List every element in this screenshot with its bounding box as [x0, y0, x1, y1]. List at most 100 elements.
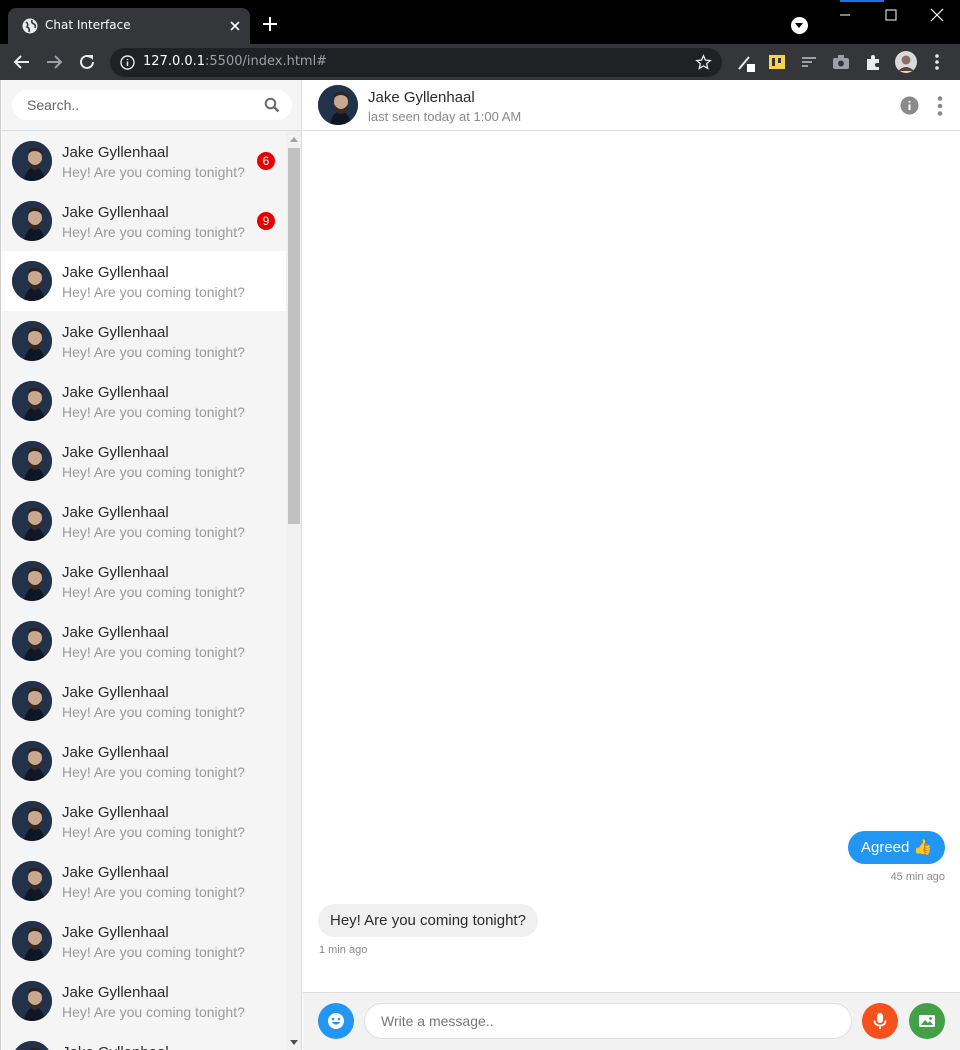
chat-last-message: Hey! Are you coming tonight? [62, 164, 245, 180]
scroll-up-arrow[interactable] [290, 137, 298, 142]
chat-list-item[interactable]: Jake Gyllenhaal Hey! Are you coming tonig… [2, 971, 286, 1031]
chat-contact-name: Jake Gyllenhaal [62, 744, 169, 761]
tab-title: Chat Interface [45, 18, 131, 32]
url-text: 127.0.0.1:5500/index.html# [143, 54, 327, 69]
info-icon[interactable] [120, 55, 135, 70]
chat-last-message: Hey! Are you coming tonight? [62, 884, 245, 900]
emoji-button[interactable] [318, 1003, 354, 1039]
window-close-icon[interactable] [914, 0, 960, 30]
unread-count-badge: 9 [257, 212, 275, 230]
chat-list-item[interactable]: Jake Gyllenhaal Hey! Are you coming tonig… [2, 671, 286, 731]
avatar [12, 741, 52, 781]
search-bar [2, 80, 301, 131]
chat-contact-name: Jake Gyllenhaal [62, 384, 169, 401]
chat-contact-name: Jake Gyllenhaal [62, 564, 169, 581]
search-input[interactable] [12, 90, 262, 120]
chat-contact-name: Jake Gyllenhaal [62, 684, 169, 701]
chat-list-item[interactable]: Jake GyllenhaalHey! Are you coming tonig… [2, 191, 286, 251]
chat-last-message: Hey! Are you coming tonight? [62, 824, 245, 840]
chat-list-item[interactable]: Jake GyllenhaalHey! Are you coming tonig… [2, 1031, 286, 1050]
forward-icon[interactable] [44, 52, 64, 72]
reload-icon[interactable] [77, 52, 97, 72]
avatar [12, 561, 52, 601]
board-extension-icon[interactable] [767, 52, 787, 72]
chat-last-message: Hey! Are you coming tonight? [62, 524, 245, 540]
back-icon[interactable] [12, 52, 32, 72]
chat-list-item[interactable]: Jake GyllenhaalHey! Are you coming tonig… [2, 131, 286, 191]
conversation-panel: Jake Gyllenhaal last seen today at 1:00 … [303, 80, 960, 1050]
avatar[interactable] [318, 85, 358, 125]
message-composer [303, 992, 960, 1050]
minimize-icon[interactable] [822, 0, 868, 30]
chat-list-item[interactable]: Jake Gyllenhaal Hey! Are you coming tonig… [2, 551, 286, 611]
message-input[interactable] [364, 1003, 852, 1039]
chat-list-item[interactable]: Jake Gyllenhaal Hey! Are you coming tonig… [2, 911, 286, 971]
chat-contact-name: Jake Gyllenhaal [62, 504, 169, 521]
chat-last-message: Hey! Are you coming tonight? [62, 644, 245, 660]
chat-list-item[interactable]: Jake GyllenhaalHey! Are you coming tonig… [2, 611, 286, 671]
maximize-icon[interactable] [868, 0, 914, 30]
avatar [12, 921, 52, 961]
close-icon[interactable] [226, 17, 244, 35]
avatar [12, 801, 52, 841]
chat-last-message: Hey! Are you coming tonight? [62, 344, 245, 360]
avatar [12, 1041, 52, 1050]
more-vertical-icon[interactable] [931, 95, 949, 117]
chat-list-item[interactable]: Jake GyllenhaalHey! Are you coming tonig… [2, 311, 286, 371]
chat-contact-name: Jake Gyllenhaal [62, 864, 169, 881]
chat-last-message: Hey! Are you coming tonight? [62, 944, 245, 960]
address-bar[interactable]: 127.0.0.1:5500/index.html# [110, 48, 722, 77]
chat-list-scrollbar[interactable] [286, 131, 301, 1050]
search-icon[interactable] [264, 97, 280, 113]
chat-list-item[interactable]: Jake Gyllenhaal Hey! Are you coming tonig… [2, 851, 286, 911]
avatar [12, 201, 52, 241]
chat-contact-name: Jake Gyllenhaal [62, 924, 169, 941]
pen-extension-icon[interactable] [736, 52, 756, 72]
avatar [12, 321, 52, 361]
unread-count-badge: 6 [257, 152, 275, 170]
info-icon[interactable] [900, 96, 919, 115]
avatar [12, 981, 52, 1021]
send-image-button[interactable] [909, 1003, 945, 1039]
list-extension-icon[interactable] [799, 52, 819, 72]
conversation-header: Jake Gyllenhaal last seen today at 1:00 … [303, 80, 960, 131]
voice-message-button[interactable] [862, 1003, 898, 1039]
chat-list-item[interactable]: Jake Gyllenhaal Hey! Are you coming tonig… [2, 251, 286, 311]
url-host: 127.0.0.1 [143, 54, 206, 69]
chat-list-item[interactable]: Jake GyllenhaalHey! Are you coming tonig… [2, 731, 286, 791]
chat-contact-name: Jake Gyllenhaal [62, 264, 169, 281]
avatar [12, 621, 52, 661]
search-box [12, 90, 292, 120]
mic-icon [873, 1013, 887, 1029]
plus-icon[interactable] [260, 14, 280, 34]
chat-last-message: Hey! Are you coming tonight? [62, 1004, 245, 1020]
more-vertical-icon[interactable] [927, 52, 947, 72]
chat-list-item[interactable]: Jake Gyllenhaal Hey! Are you coming tonig… [2, 491, 286, 551]
chat-list: Jake Gyllenhaal Hey! Are you coming tonig… [2, 131, 286, 1050]
camera-icon[interactable] [831, 52, 851, 72]
scroll-down-arrow[interactable] [290, 1040, 298, 1045]
tab-search-icon[interactable] [791, 17, 808, 34]
chat-last-message: Hey! Are you coming tonight? [62, 584, 245, 600]
chat-contact-name: Jake Gyllenhaal [62, 1044, 169, 1050]
chat-last-message: Hey! Are you coming tonight? [62, 404, 245, 420]
chat-contact-name: Jake Gyllenhaal [62, 984, 169, 1001]
puzzle-icon[interactable] [863, 52, 883, 72]
chat-last-message: Hey! Are you coming tonight? [62, 284, 245, 300]
chat-last-message: Hey! Are you coming tonight? [62, 704, 245, 720]
chat-list-item[interactable]: Jake GyllenhaalHey! Are you coming tonig… [2, 791, 286, 851]
chat-contact-name: Jake Gyllenhaal [62, 444, 169, 461]
contact-name: Jake Gyllenhaal [368, 89, 475, 106]
browser-tab[interactable]: Chat Interface [8, 8, 250, 44]
profile-avatar-icon[interactable] [895, 51, 917, 73]
scroll-thumb[interactable] [288, 148, 300, 524]
image-icon [919, 1015, 935, 1027]
chat-list-item[interactable]: Jake GyllenhaalHey! Are you coming tonig… [2, 431, 286, 491]
star-icon[interactable] [695, 54, 712, 71]
emoji-icon [328, 1013, 344, 1029]
chat-sidebar: Jake Gyllenhaal Hey! Are you coming tonig… [2, 80, 302, 1050]
avatar [12, 681, 52, 721]
last-seen-status: last seen today at 1:00 AM [368, 109, 522, 124]
chat-list-item[interactable]: Jake Gyllenhaal Hey! Are you coming tonig… [2, 371, 286, 431]
incoming-message-bubble: Hey! Are you coming tonight? [318, 904, 538, 937]
